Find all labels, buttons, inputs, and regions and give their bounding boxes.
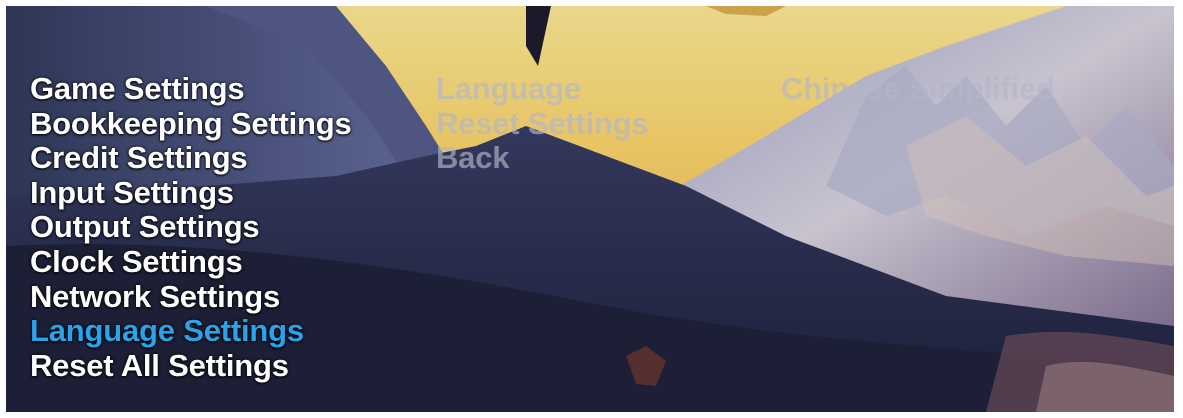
- submenu-item-reset-settings[interactable]: Reset Settings: [436, 106, 649, 142]
- menu-item-output-settings[interactable]: Output Settings: [30, 210, 352, 245]
- settings-menu: Game Settings Bookkeeping Settings Credi…: [30, 71, 352, 384]
- submenu-item-back[interactable]: Back: [436, 141, 649, 176]
- settings-screen: Game Settings Bookkeeping Settings Credi…: [6, 6, 1174, 412]
- menu-item-language-settings[interactable]: Language Settings: [30, 314, 352, 349]
- language-value: Chinese Simplified: [781, 71, 1055, 106]
- menu-item-bookkeeping-settings[interactable]: Bookkeeping Settings: [30, 106, 352, 142]
- submenu-values: Chinese Simplified: [781, 71, 1055, 107]
- menu-item-game-settings[interactable]: Game Settings: [30, 71, 352, 107]
- submenu-item-language[interactable]: Language: [436, 71, 649, 107]
- menu-item-input-settings[interactable]: Input Settings: [30, 175, 352, 211]
- menu-item-credit-settings[interactable]: Credit Settings: [30, 141, 352, 176]
- menu-item-clock-settings[interactable]: Clock Settings: [30, 244, 352, 280]
- menu-item-reset-all-settings[interactable]: Reset All Settings: [30, 348, 352, 384]
- language-submenu: Language Reset Settings Back: [436, 71, 649, 176]
- menu-item-network-settings[interactable]: Network Settings: [30, 279, 352, 315]
